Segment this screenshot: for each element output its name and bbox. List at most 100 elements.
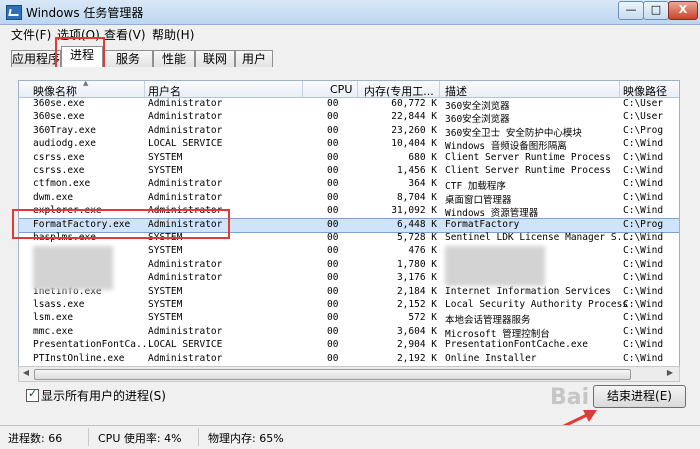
cell-user-name: Administrator (148, 258, 223, 270)
col-cpu[interactable]: CPU (330, 83, 352, 96)
scroll-right-icon[interactable]: ▶ (665, 368, 675, 378)
column-divider[interactable] (144, 81, 145, 97)
scroll-left-icon[interactable]: ◀ (21, 368, 31, 378)
close-button[interactable]: X (668, 1, 698, 20)
show-all-label[interactable]: 显示所有用户的进程(S) (41, 387, 166, 404)
cell-cpu: 00 (327, 218, 339, 230)
show-all-checkbox[interactable] (26, 387, 39, 402)
cell-user-name: SYSTEM (148, 151, 183, 163)
column-divider[interactable] (439, 81, 440, 97)
tab-users[interactable]: 用户 (235, 50, 273, 67)
table-row[interactable]: inetinfo.exe SYSTEM 00 2,184 K Internet Info… (19, 286, 679, 299)
table-row[interactable]: PTInstOnline.exe Administrator 00 2,192 K On… (19, 353, 679, 366)
table-row[interactable]: dwm.exe Administrator 00 8,704 K 桌面窗口管理器 C:\W… (19, 191, 679, 206)
col-memory[interactable]: 内存(专用工... (364, 83, 434, 99)
cell-cpu: 00 (327, 258, 339, 270)
tab-performance[interactable]: 性能 (153, 50, 195, 67)
col-image-name[interactable]: 映像名称 (33, 83, 77, 99)
horizontal-scroll-thumb[interactable] (34, 369, 631, 380)
col-description[interactable]: 描述 (445, 83, 467, 99)
cell-image-name: mmc.exe (33, 325, 74, 337)
table-row[interactable]: Administrator 00 1,780 K C:\Wind (19, 259, 679, 272)
cell-image-name: 360se.exe (33, 98, 85, 109)
cell-user-name: SYSTEM (148, 165, 183, 176)
cell-description: 本地会话管理器服务 (445, 315, 531, 327)
menu-view[interactable]: 查看(V) (104, 26, 146, 43)
table-row[interactable]: lsass.exe SYSTEM 00 2,152 K Local Security A… (19, 299, 679, 312)
cell-cpu: 00 (327, 205, 339, 217)
cell-image-path: C:\Wind (623, 325, 664, 337)
col-image-path[interactable]: 映像路径 (623, 83, 667, 99)
tab-networking[interactable]: 联网 (195, 50, 235, 67)
table-row[interactable]: csrss.exe SYSTEM 00 1,456 K Client Server Ru… (19, 165, 679, 178)
cell-image-name: 360se.exe (33, 111, 85, 123)
cell-description: PresentationFontCache.exe (445, 339, 588, 351)
cell-image-path: C:\User (623, 98, 664, 109)
cell-image-path: C:\Wind (623, 258, 664, 270)
table-row[interactable]: SYSTEM 00 476 K C:\Wind (19, 245, 679, 258)
cell-user-name: SYSTEM (148, 299, 183, 310)
menu-help[interactable]: 帮助(H) (152, 26, 194, 43)
table-row[interactable]: csrss.exe SYSTEM 00 680 K Client Server Runt… (19, 152, 679, 165)
cell-cpu: 00 (327, 299, 339, 310)
cell-image-path: C:\Wind (623, 165, 664, 176)
table-row[interactable]: Administrator 00 3,176 K C:\Wind (19, 272, 679, 285)
table-row[interactable]: mmc.exe Administrator 00 3,604 K Microsoft 管… (19, 325, 679, 340)
cell-image-path: C:\Wind (623, 285, 664, 297)
table-row[interactable]: 360se.exe Administrator 00 22,844 K 360安全浏览器… (19, 111, 679, 125)
table-row[interactable]: 360Tray.exe Administrator 00 23,260 K 360安全卫… (19, 124, 679, 139)
cell-image-path: C:\Prog (623, 124, 664, 136)
table-row[interactable]: PresentationFontCa... LOCAL SERVICE 00 2,90… (19, 339, 679, 352)
cell-cpu: 00 (327, 232, 339, 243)
cell-image-path: C:\Wind (623, 178, 664, 190)
cell-image-path: C:\Wind (623, 312, 664, 324)
maximize-button[interactable]: □ (643, 1, 669, 20)
cell-user-name: SYSTEM (148, 312, 183, 324)
cell-image-path: C:\Wind (623, 245, 664, 257)
cell-cpu: 00 (327, 245, 339, 257)
cell-user-name: SYSTEM (148, 285, 183, 297)
cell-memory: 8,704 K (396, 191, 437, 203)
cell-user-name: Administrator (148, 191, 223, 203)
menu-file[interactable]: 文件(F) (11, 26, 51, 43)
cell-description: 360安全卫士 安全防护中心模块 (445, 127, 582, 139)
tab-services[interactable]: 服务 (103, 50, 153, 67)
cell-image-name: PTInstOnline.exe (33, 352, 125, 364)
cell-description: Local Security Authority Process (445, 299, 629, 310)
horizontal-scrollbar[interactable]: ◀ ▶ (18, 366, 680, 382)
cell-cpu: 00 (327, 325, 339, 337)
cell-image-name: dwm.exe (33, 191, 74, 203)
cell-image-name: ctfmon.exe (33, 178, 91, 190)
tab-applications[interactable]: 应用程序 (11, 50, 61, 67)
cell-user-name: Administrator (148, 178, 223, 190)
cell-memory: 1,780 K (396, 258, 437, 270)
column-divider[interactable] (619, 81, 620, 97)
table-row[interactable]: ctfmon.exe Administrator 00 364 K CTF 加载程序 C:… (19, 178, 679, 192)
cell-cpu: 00 (327, 124, 339, 136)
cell-memory: 680 K (408, 151, 437, 163)
status-bar: 进程数: 66 CPU 使用率: 4% 物理内存: 65% (0, 425, 700, 449)
vertical-scrollbar[interactable]: ▲ ▼ (679, 81, 680, 365)
cell-cpu: 00 (327, 285, 339, 297)
minimize-button[interactable]: — (618, 1, 644, 20)
cell-image-path: C:\Wind (623, 151, 664, 163)
cell-image-path: C:\Wind (623, 272, 664, 284)
cell-memory: 10,404 K (391, 138, 437, 150)
cell-cpu: 00 (327, 312, 339, 324)
status-divider (88, 428, 89, 446)
column-divider[interactable] (302, 81, 303, 97)
cell-memory: 3,604 K (396, 325, 437, 337)
cell-image-path: C:\Wind (623, 232, 664, 243)
cell-description: 桌面窗口管理器 (445, 194, 512, 206)
cell-cpu: 00 (327, 178, 339, 190)
redacted-descriptions (445, 246, 545, 286)
table-row[interactable]: lsm.exe SYSTEM 00 572 K 本地会话管理器服务 C:\Wind (19, 312, 679, 327)
table-row[interactable]: 360se.exe Administrator 00 60,772 K 360安全浏览器… (19, 98, 679, 112)
cell-image-name: lsass.exe (33, 299, 85, 310)
col-user-name[interactable]: 用户名 (148, 83, 181, 99)
cell-description: FormatFactory (445, 218, 520, 230)
cell-description: Online Installer (445, 352, 537, 364)
cell-image-name: csrss.exe (33, 165, 85, 176)
table-row[interactable]: audiodg.exe LOCAL SERVICE 00 10,404 K Window… (19, 138, 679, 152)
column-divider[interactable] (357, 81, 358, 97)
